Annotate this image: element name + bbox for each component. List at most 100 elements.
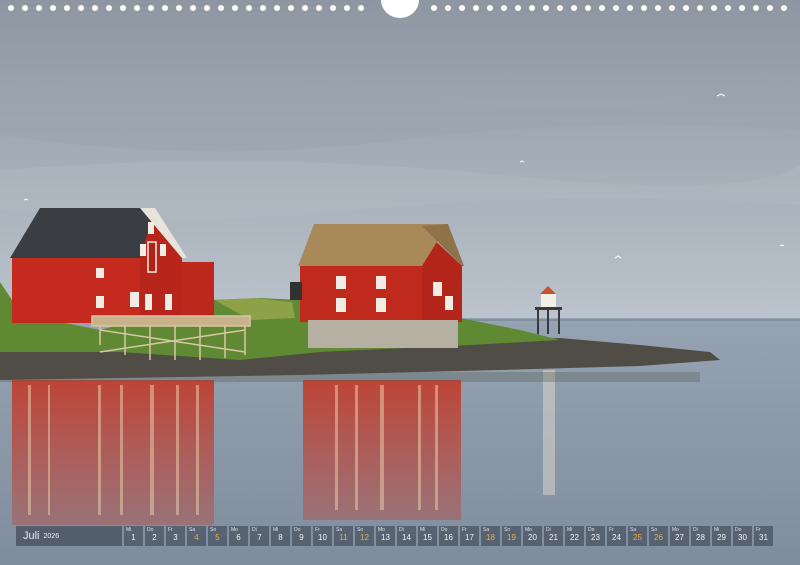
binding-hole <box>218 5 224 11</box>
binding-hole <box>302 5 308 11</box>
day-number: 26 <box>654 533 663 542</box>
month-label-cell: Juli 2026 <box>16 526 122 546</box>
binding-hole <box>515 5 521 11</box>
day-cell: So 26 <box>649 526 668 546</box>
day-number: 4 <box>194 533 199 542</box>
binding-hole <box>571 5 577 11</box>
year-label: 2026 <box>43 532 60 540</box>
day-cells: Mi 1 Do 2 Fr 3 Sa 4 So 5 Mo 6 Di 7 Mi 8 Do 9 Fr 10 Sa 11 So 12 M… <box>124 526 773 546</box>
day-number: 23 <box>591 533 600 542</box>
binding-hole <box>288 5 294 11</box>
day-number: 17 <box>465 533 474 542</box>
calendar-binding <box>0 0 800 18</box>
day-cell: Mi 1 <box>124 526 143 546</box>
day-number: 7 <box>257 533 262 542</box>
day-cell: Do 2 <box>145 526 164 546</box>
binding-hole <box>711 5 717 11</box>
binding-hole <box>753 5 759 11</box>
day-number: 8 <box>278 533 283 542</box>
day-number: 11 <box>339 533 348 542</box>
binding-hole <box>669 5 675 11</box>
day-cell: Mo 20 <box>523 526 542 546</box>
day-number: 13 <box>381 533 390 542</box>
day-cell: Fr 31 <box>754 526 773 546</box>
day-number: 19 <box>507 533 516 542</box>
binding-hole <box>599 5 605 11</box>
day-number: 2 <box>152 533 157 542</box>
day-number: 16 <box>444 533 453 542</box>
day-cell: Sa 18 <box>481 526 500 546</box>
day-cell: Do 9 <box>292 526 311 546</box>
day-number: 21 <box>549 533 558 542</box>
binding-hole <box>767 5 773 11</box>
binding-hole <box>106 5 112 11</box>
binding-hole <box>473 5 479 11</box>
binding-hole <box>8 5 14 11</box>
binding-hole <box>78 5 84 11</box>
day-number: 9 <box>299 533 304 542</box>
day-cell: Mo 13 <box>376 526 395 546</box>
binding-hole <box>344 5 350 11</box>
day-number: 6 <box>236 533 241 542</box>
binding-hole <box>445 5 451 11</box>
day-cell: Mi 22 <box>565 526 584 546</box>
binding-hole <box>50 5 56 11</box>
binding-hole <box>120 5 126 11</box>
day-number: 3 <box>173 533 178 542</box>
day-number: 25 <box>633 533 642 542</box>
binding-hole <box>330 5 336 11</box>
binding-hole <box>697 5 703 11</box>
binding-hole <box>176 5 182 11</box>
day-cell: So 19 <box>502 526 521 546</box>
binding-hole <box>22 5 28 11</box>
day-number: 27 <box>675 533 684 542</box>
binding-hole <box>739 5 745 11</box>
binding-hole <box>134 5 140 11</box>
binding-hole <box>148 5 154 11</box>
day-cell: Mo 27 <box>670 526 689 546</box>
binding-hole <box>316 5 322 11</box>
day-number: 28 <box>696 533 705 542</box>
day-cell: Fr 10 <box>313 526 332 546</box>
reflection-big-barn <box>12 380 214 525</box>
day-cell: Mi 15 <box>418 526 437 546</box>
binding-hole <box>190 5 196 11</box>
binding-hole <box>459 5 465 11</box>
day-cell: Do 30 <box>733 526 752 546</box>
binding-hole <box>501 5 507 11</box>
binding-hole <box>431 5 437 11</box>
binding-hole <box>613 5 619 11</box>
day-cell: Fr 24 <box>607 526 626 546</box>
day-cell: Sa 11 <box>334 526 353 546</box>
calendar-strip: Juli 2026 Mi 1 Do 2 Fr 3 Sa 4 So 5 Mo 6 Di 7 Mi 8 Do 9 Fr 1… <box>16 526 782 546</box>
binding-hole <box>683 5 689 11</box>
binding-hole <box>274 5 280 11</box>
binding-hole <box>64 5 70 11</box>
day-number: 20 <box>528 533 537 542</box>
day-cell: Di 14 <box>397 526 416 546</box>
day-number: 18 <box>486 533 495 542</box>
day-cell: Fr 3 <box>166 526 185 546</box>
binding-hole <box>36 5 42 11</box>
day-number: 14 <box>402 533 411 542</box>
day-cell: Sa 4 <box>187 526 206 546</box>
binding-hole <box>655 5 661 11</box>
day-number: 15 <box>423 533 432 542</box>
day-cell: So 12 <box>355 526 374 546</box>
day-cell: Mi 29 <box>712 526 731 546</box>
binding-hole <box>543 5 549 11</box>
day-cell: Mi 8 <box>271 526 290 546</box>
photo-norwegian-red-houses <box>0 0 800 565</box>
day-cell: Do 16 <box>439 526 458 546</box>
month-name: Juli <box>23 530 40 542</box>
binding-hole <box>92 5 98 11</box>
binding-hole <box>529 5 535 11</box>
binding-hole <box>585 5 591 11</box>
binding-hole <box>232 5 238 11</box>
day-cell: Di 7 <box>250 526 269 546</box>
day-cell: Do 23 <box>586 526 605 546</box>
day-number: 10 <box>318 533 327 542</box>
binding-hole <box>246 5 252 11</box>
day-cell: So 5 <box>208 526 227 546</box>
binding-hole <box>641 5 647 11</box>
